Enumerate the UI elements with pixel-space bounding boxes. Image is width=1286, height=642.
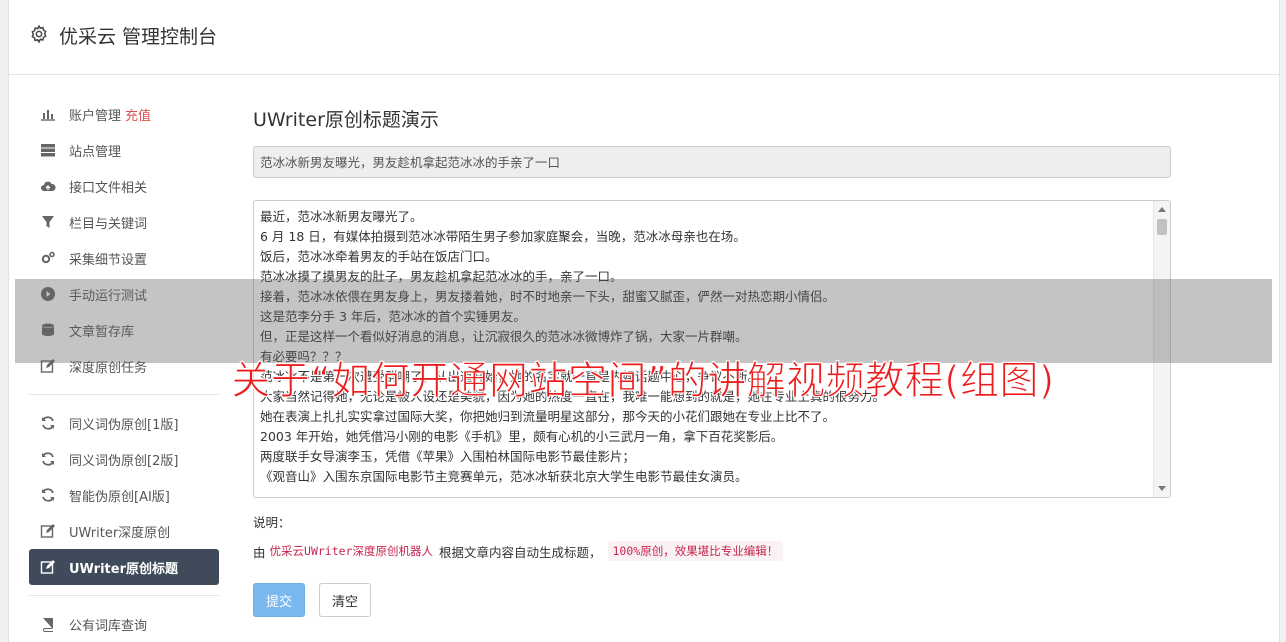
article-line: 最近，范冰冰新男友曝光了。 (260, 209, 423, 224)
sidebar-item-label: UWriter深度原创 (69, 525, 171, 541)
page-title: UWriter原创标题演示 (253, 109, 439, 131)
submit-button[interactable]: 提交 (253, 583, 306, 617)
sidebar-item-uwriter-original-title[interactable]: UWriter原创标题 (29, 549, 219, 585)
sidebar-item-label: UWriter原创标题 (69, 561, 178, 577)
sidebar-divider (29, 595, 219, 596)
sidebar-item-columns-keywords[interactable]: 栏目与关键词 (29, 204, 219, 240)
sidebar-item-label: 智能伪原创[AI版] (69, 489, 170, 505)
scroll-up-arrow-icon[interactable] (1158, 207, 1166, 212)
sidebar-item-label: 公有词库查询 (69, 618, 148, 634)
edit-icon (39, 523, 57, 539)
sidebar-item-label: 同义词伪原创[1版] (69, 417, 179, 433)
sidebar-item-label: 接口文件相关 (69, 180, 148, 196)
console-title: 优采云 管理控制台 (59, 26, 218, 48)
filter-icon (39, 214, 57, 230)
explain-text: 由 优采云UWriter深度原创机器人 根据文章内容自动生成标题， 100%原创… (253, 541, 1173, 561)
sidebar-item-label: 栏目与关键词 (69, 216, 148, 232)
server-icon (39, 142, 57, 158)
sidebar-item-interface-files[interactable]: 接口文件相关 (29, 168, 219, 204)
scroll-down-arrow-icon[interactable] (1158, 486, 1166, 491)
article-line: 她在表演上扎扎实实拿过国际大奖，你把她归到流量明星这部分，那今天的小花们跟她在专… (260, 409, 836, 424)
explain-label: 说明： (253, 515, 291, 530)
refresh-icon (39, 415, 57, 431)
sidebar-item-label: 采集细节设置 (69, 252, 148, 268)
action-buttons: 提交 清空 (253, 583, 1173, 617)
gear-icon (31, 24, 47, 44)
book-icon (39, 616, 57, 632)
explain-highlight: 100%原创，效果堪比专业编辑！ (607, 541, 784, 561)
sidebar-item-label: 同义词伪原创[2版] (69, 453, 179, 469)
generated-title-field[interactable]: 范冰冰新男友曝光，男友趁机拿起范冰冰的手亲了一口 (253, 146, 1171, 178)
sidebar-item-label: 站点管理 (69, 144, 122, 160)
explain-middle: 根据文章内容自动生成标题， (438, 544, 602, 560)
bar-chart-icon (39, 106, 57, 122)
sidebar-item-account[interactable]: 账户管理 充值 (29, 96, 219, 132)
article-line: 6 月 18 日，有媒体拍摄到范冰冰带陌生男子参加家庭聚会，当晚，范冰冰母亲也在… (260, 229, 746, 244)
recharge-link[interactable]: 充值 (125, 105, 151, 124)
clear-button[interactable]: 清空 (319, 583, 372, 617)
sidebar-item-public-lexicon[interactable]: 公有词库查询 (29, 606, 219, 642)
scroll-thumb[interactable] (1157, 219, 1167, 235)
sidebar-item-sites[interactable]: 站点管理 (29, 132, 219, 168)
refresh-icon (39, 487, 57, 503)
gears-icon (39, 250, 57, 266)
sidebar-item-label: 账户管理 (69, 108, 122, 124)
sidebar-item-ai-pseudo-original[interactable]: 智能伪原创[AI版] (29, 477, 219, 513)
watermark-title: 关于“如何开通网站空间”的讲解视频教程(组图) (231, 359, 1055, 405)
article-line: 《观音山》入围东京国际电影节主竞赛单元，范冰冰斩获北京大学生电影节最佳女演员。 (260, 469, 748, 484)
explain-prefix: 由 (253, 544, 266, 560)
sidebar-item-synonym-v2[interactable]: 同义词伪原创[2版] (29, 441, 219, 477)
cloud-upload-icon (39, 178, 57, 194)
sidebar-item-synonym-v1[interactable]: 同义词伪原创[1版] (29, 405, 219, 441)
article-line: 2003 年开始，她凭借冯小刚的电影《手机》里，颇有心机的小三武月一角，拿下百花… (260, 429, 784, 444)
article-line: 两度联手女导演李玉，凭借《苹果》入围柏林国际电影节最佳影片； (260, 449, 636, 464)
article-line: 饭后，范冰冰牵着男友的手站在饭店门口。 (260, 249, 498, 264)
explain-robot-name: 优采云UWriter深度原创机器人 (269, 544, 433, 558)
sidebar-item-collect-settings[interactable]: 采集细节设置 (29, 240, 219, 276)
sidebar-item-uwriter-deep-original[interactable]: UWriter深度原创 (29, 513, 219, 549)
refresh-icon (39, 451, 57, 467)
top-header: 优采云 管理控制台 (9, 0, 1279, 75)
edit-icon (39, 559, 57, 575)
